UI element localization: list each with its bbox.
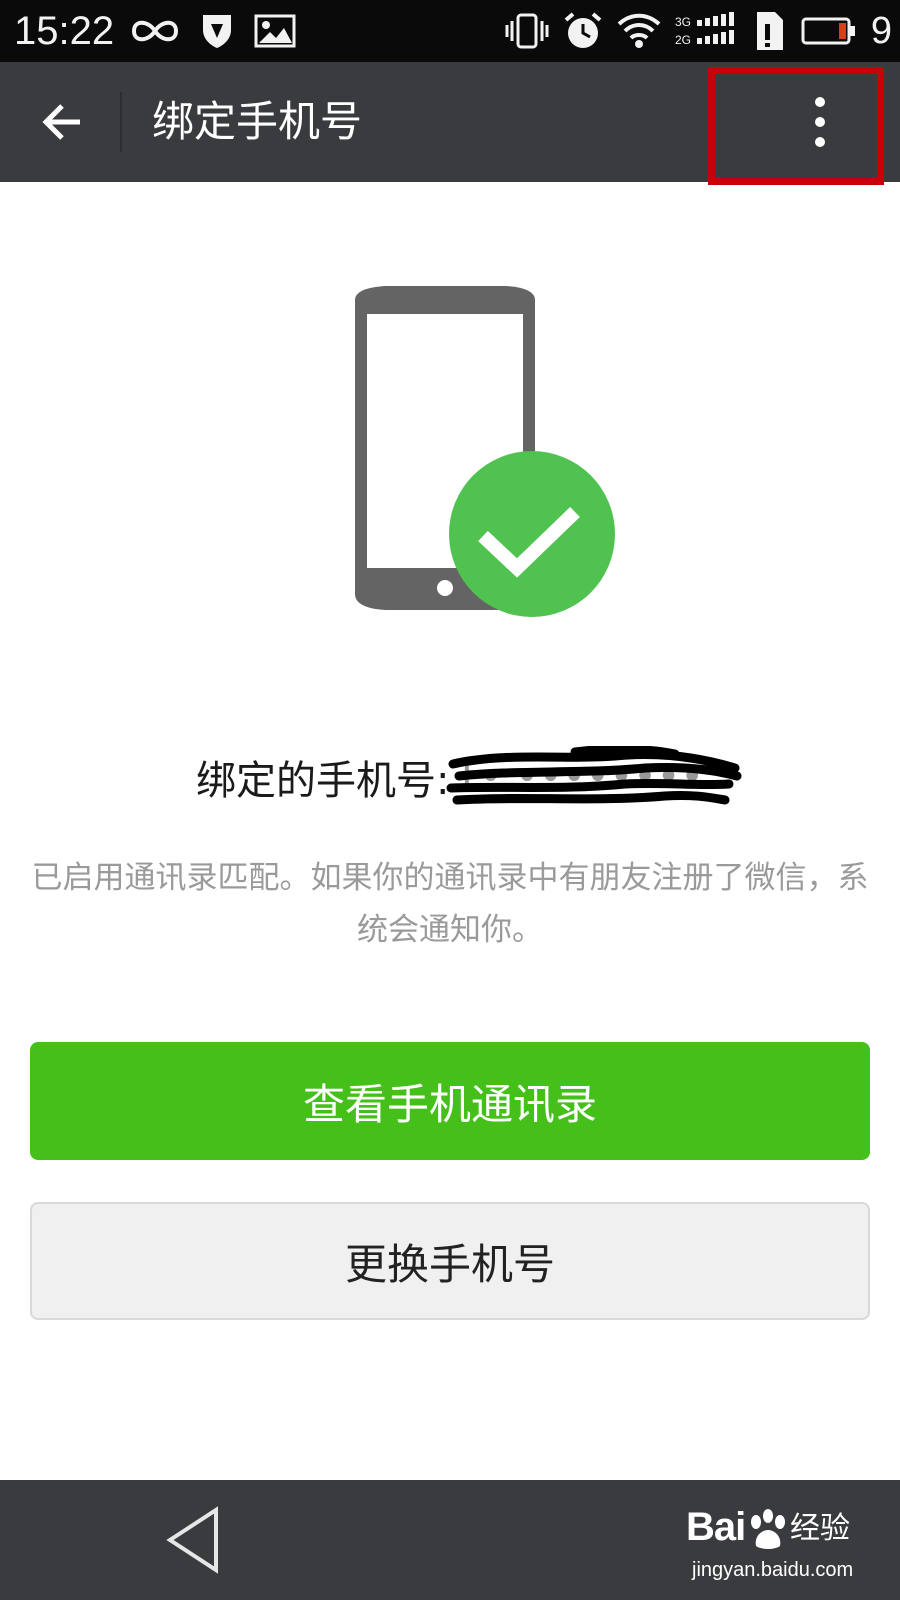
phone-bound-illustration	[355, 286, 615, 617]
image-icon	[254, 14, 296, 48]
bound-phone-label: 绑定的手机号:	[196, 758, 450, 804]
title-divider	[120, 92, 122, 152]
infinity-icon	[131, 20, 179, 42]
alarm-icon	[564, 12, 602, 48]
bind-phone-screen: 15:22 3G 2G 9 绑定手机号 绑定的手机号: 1• •••••••• …	[0, 0, 900, 1600]
status-time: 15:22	[14, 9, 115, 53]
shield-icon	[203, 15, 231, 48]
page-title: 绑定手机号	[152, 97, 363, 146]
wifi-icon	[617, 13, 661, 48]
watermark-brand: Bai	[686, 1505, 746, 1549]
bound-phone-row: 绑定的手机号: 1• ••••••••	[0, 742, 900, 812]
description-text: 已启用通讯录匹配。如果你的通讯录中有朋友注册了微信，系统会通知你。	[31, 860, 869, 948]
status-bar: 15:22 3G 2G 9	[0, 0, 900, 62]
bound-phone-value: 1• ••••••••	[446, 746, 742, 805]
watermark-url: jingyan.baidu.com	[692, 1559, 854, 1581]
battery-low-icon	[801, 17, 855, 45]
back-button[interactable]	[22, 82, 102, 162]
svg-text:3G: 3G	[675, 15, 691, 29]
highlight-box	[708, 67, 884, 185]
triangle-back-icon	[166, 1506, 218, 1574]
change-phone-button[interactable]: 更换手机号	[30, 1202, 870, 1320]
checkmark-icon	[449, 451, 615, 617]
baidu-jingyan-watermark: Bai 经验 jingyan.baidu.com	[686, 1502, 886, 1592]
nav-back-button[interactable]	[160, 1500, 240, 1580]
cellular-signal-icon: 3G 2G	[675, 12, 734, 47]
arrow-left-icon	[42, 104, 80, 140]
redaction-scribble	[446, 746, 742, 805]
svg-text:2G: 2G	[675, 33, 691, 47]
vibrate-icon	[505, 13, 549, 49]
sim-card-icon	[756, 12, 783, 50]
navigation-bar: Bai 经验 jingyan.baidu.com	[0, 1480, 900, 1600]
view-contacts-button[interactable]: 查看手机通讯录	[30, 1042, 870, 1160]
battery-level: 9	[870, 10, 892, 52]
paw-icon	[751, 1509, 785, 1549]
watermark-jingyan: 经验	[790, 1511, 850, 1546]
